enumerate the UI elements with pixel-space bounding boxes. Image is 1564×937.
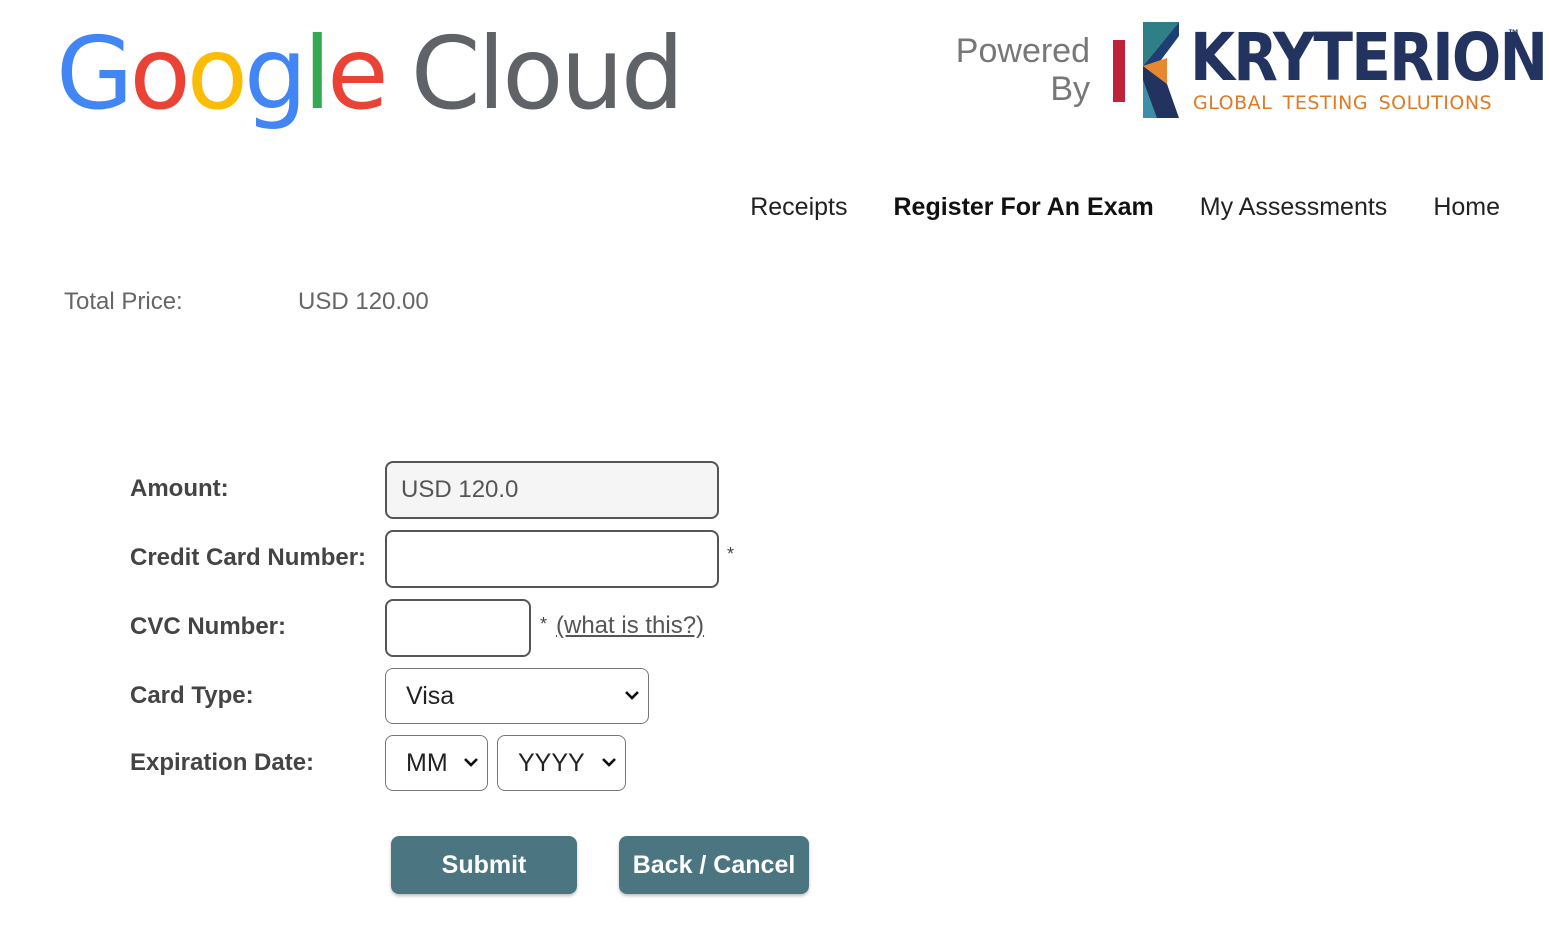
- total-price-value: USD 120.00: [298, 288, 429, 315]
- submit-button[interactable]: Submit: [391, 836, 577, 894]
- expiration-year-select[interactable]: YYYY: [497, 735, 626, 791]
- google-logo-letter: G: [56, 15, 133, 132]
- nav-receipts[interactable]: Receipts: [750, 190, 847, 224]
- google-logo-letter: e: [327, 15, 388, 132]
- amount-label: Amount:: [130, 475, 229, 502]
- chevron-down-icon: [464, 758, 478, 767]
- what-is-this-link[interactable]: (what is this?): [556, 612, 704, 640]
- expiration-month-value: MM: [406, 748, 448, 777]
- expiration-date-label: Expiration Date:: [130, 749, 315, 776]
- trademark-symbol: ™: [1508, 28, 1519, 40]
- card-type-selected-value: Visa: [406, 681, 455, 710]
- google-logo-letter: o: [129, 15, 191, 132]
- chevron-down-icon: [602, 758, 616, 767]
- powered-by-text: Powered By: [952, 32, 1090, 108]
- google-logo-letter: g: [243, 15, 308, 132]
- google-logo-letter: l: [303, 15, 331, 132]
- expiration-month-select[interactable]: MM: [385, 735, 488, 791]
- credit-card-number-label: Credit Card Number:: [130, 544, 367, 571]
- chevron-down-icon: [625, 691, 639, 700]
- cvc-number-input[interactable]: [385, 599, 531, 657]
- google-cloud-word: Cloud: [410, 15, 685, 132]
- total-price-label: Total Price:: [64, 288, 183, 315]
- required-marker: *: [727, 544, 735, 564]
- cvc-number-label: CVC Number:: [130, 613, 287, 640]
- google-logo-letter: o: [186, 15, 248, 132]
- powered-line: Powered: [955, 32, 1090, 70]
- card-type-label: Card Type:: [130, 682, 254, 709]
- google-cloud-logo: G o o g l e Cloud: [56, 14, 685, 134]
- kryterion-tagline: GLOBAL TESTING SOLUTIONS: [1193, 92, 1493, 114]
- nav-home[interactable]: Home: [1433, 190, 1500, 224]
- nav-register-for-an-exam[interactable]: Register For An Exam: [893, 190, 1153, 224]
- kryterion-wordmark: KRYTERION: [1190, 19, 1548, 96]
- credit-card-number-input[interactable]: [385, 530, 719, 588]
- expiration-year-value: YYYY: [518, 748, 585, 777]
- required-marker: *: [540, 614, 548, 634]
- back-cancel-button[interactable]: Back / Cancel: [619, 836, 809, 894]
- kryterion-logo-mark-icon: [1113, 22, 1179, 118]
- main-nav: Receipts Register For An Exam My Assessm…: [750, 190, 1500, 224]
- nav-my-assessments[interactable]: My Assessments: [1200, 190, 1388, 224]
- card-type-select[interactable]: Visa: [385, 668, 649, 724]
- amount-field[interactable]: [385, 461, 719, 519]
- by-line: By: [1050, 70, 1090, 108]
